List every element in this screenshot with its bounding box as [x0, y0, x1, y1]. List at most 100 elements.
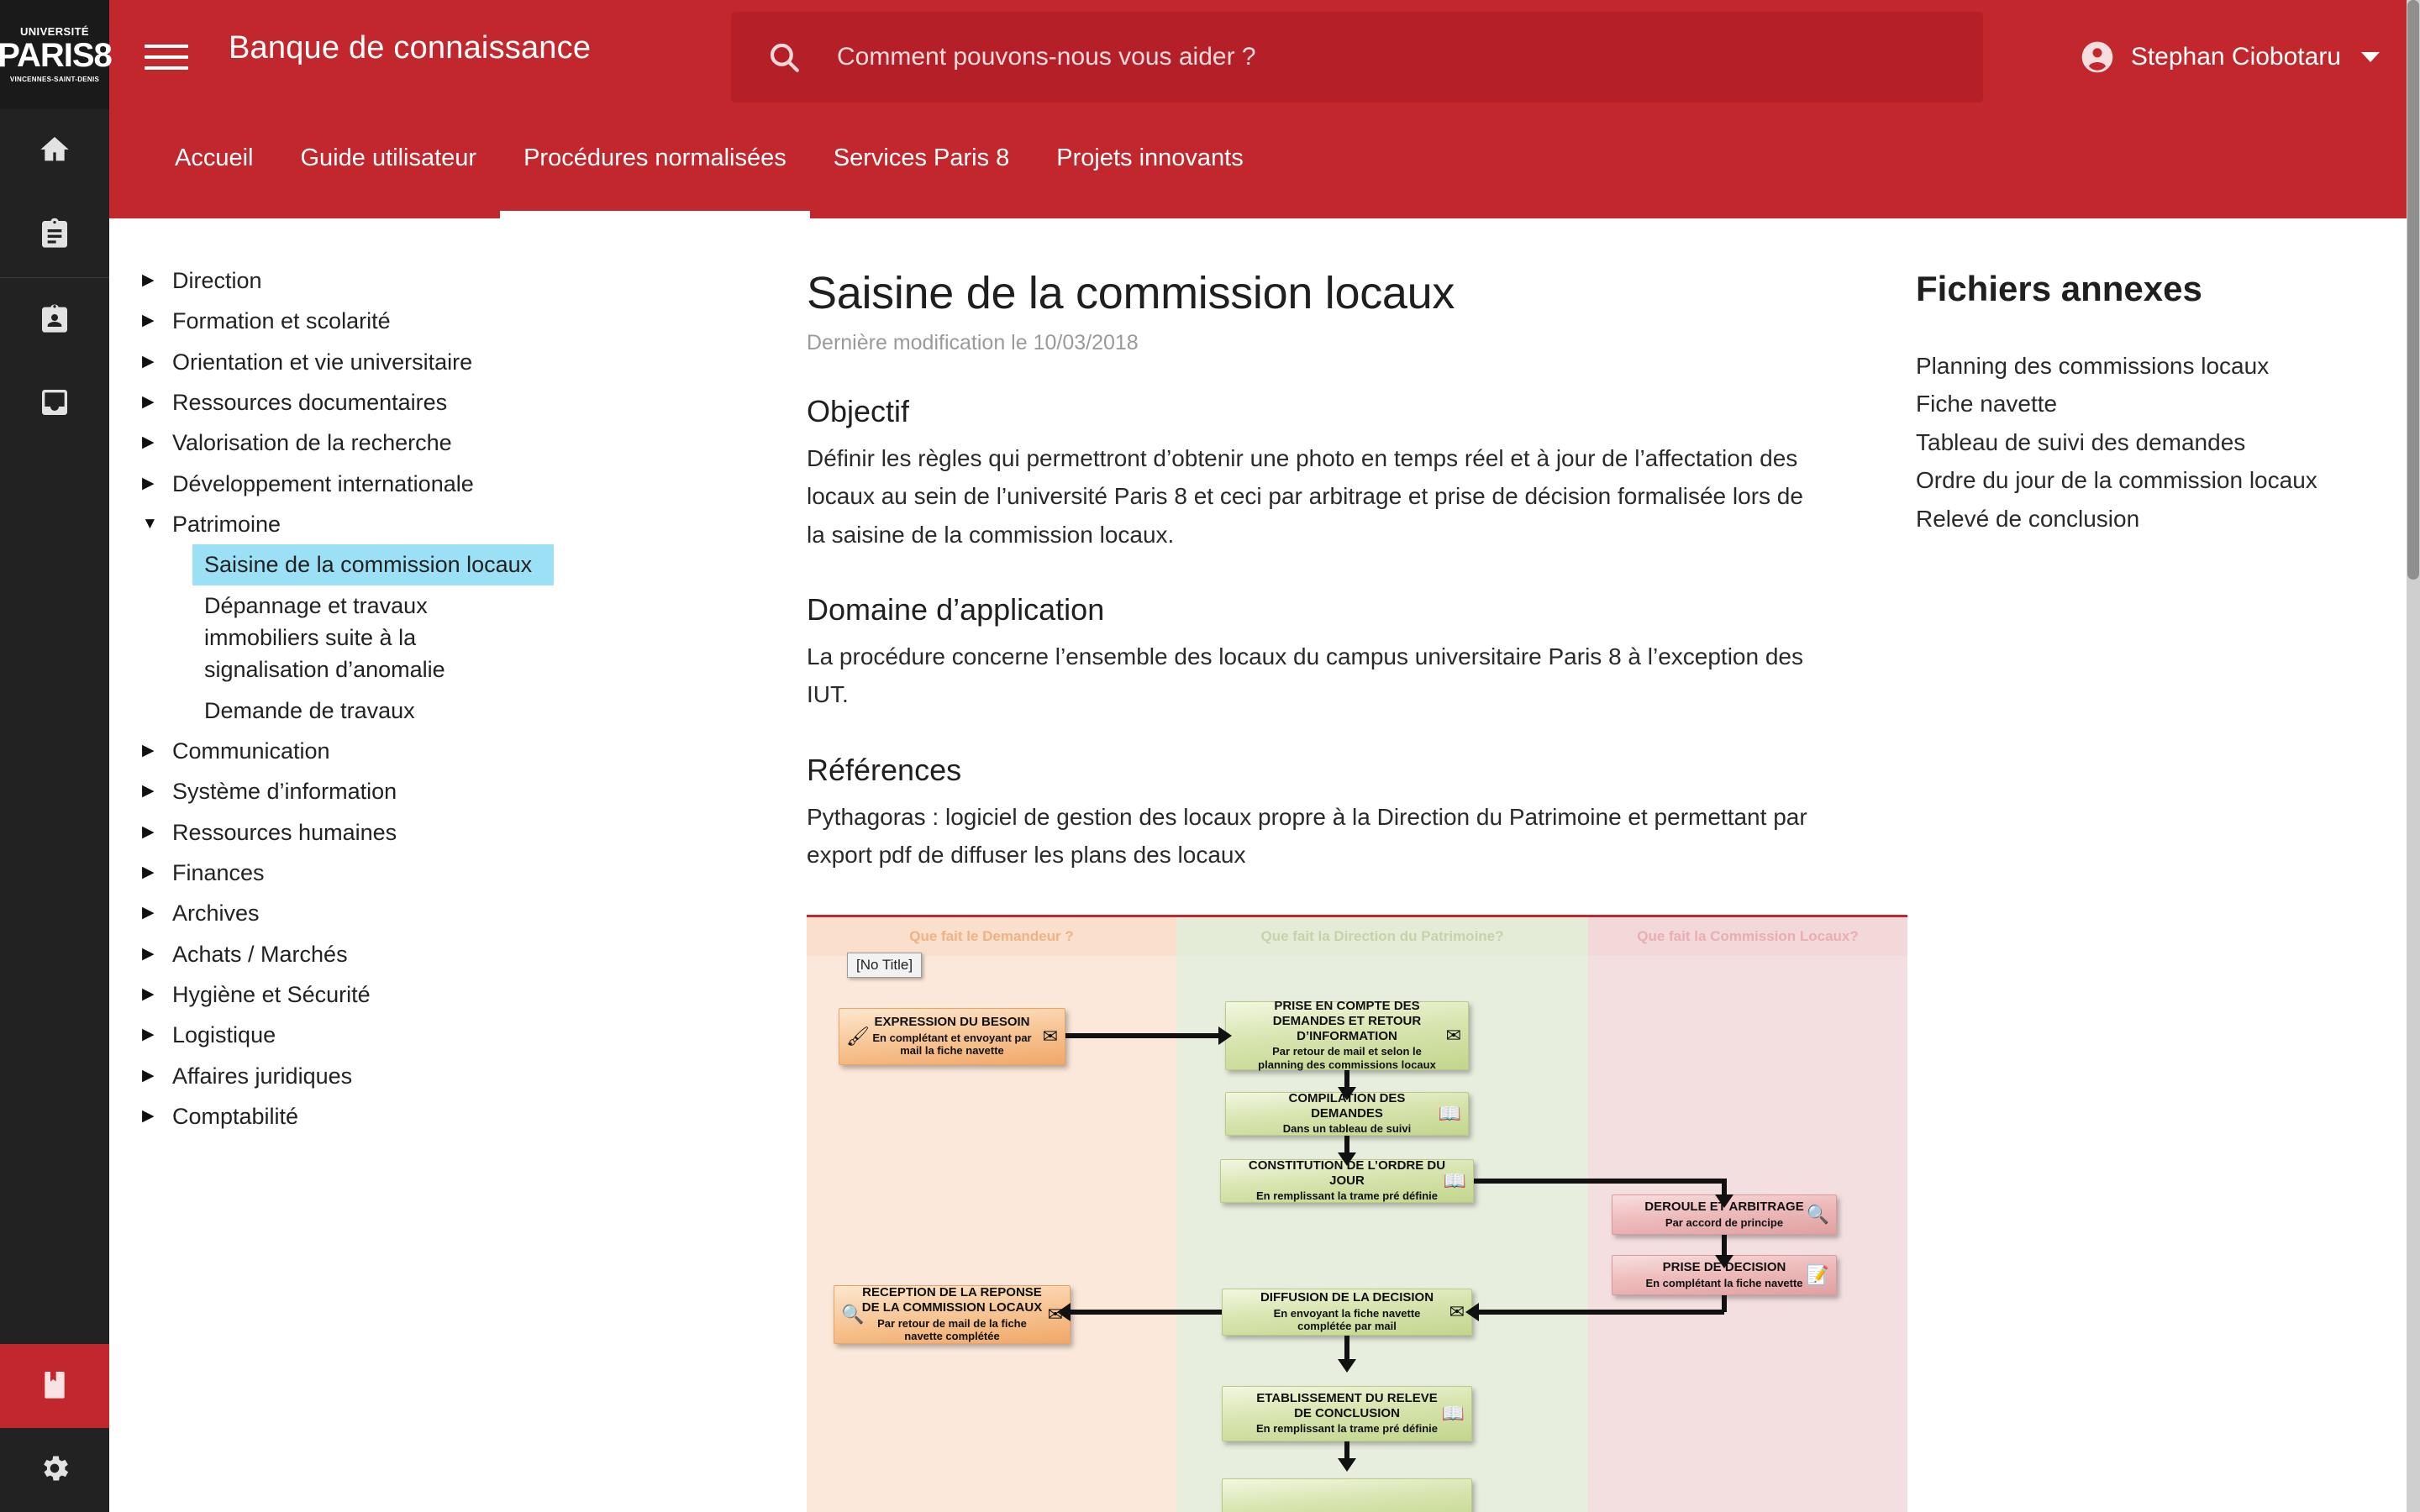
rail-item-settings[interactable] [0, 1428, 109, 1512]
flow-box-subtitle: En envoyant la fiche navette complétée p… [1273, 1306, 1421, 1333]
logo-paris8-line: PARIS8 [0, 37, 113, 74]
arrow-compilation-to-ordre-head [1338, 1152, 1356, 1166]
article: Saisine de la commission locaux Dernière… [697, 218, 1907, 1512]
flow-box-b8: DIFFUSION DE LA DECISION En envoyant la f… [1222, 1288, 1472, 1336]
search-bar[interactable] [731, 12, 1983, 102]
page-scrollbar[interactable] [2407, 0, 2420, 1512]
arrow-decision-to-diffusion [1479, 1309, 1724, 1315]
chevron-right-icon[interactable]: ▶ [142, 346, 164, 377]
section-body-1: La procédure concerne l’ensemble des loc… [807, 643, 1803, 708]
arrow-prise-to-compilation [1344, 1069, 1349, 1087]
rail-item-home[interactable] [0, 109, 109, 193]
section-body-2: Pythagoras : logiciel de gestion des loc… [807, 803, 1807, 869]
tree-node-13[interactable]: ▶ Hygiène et Sécurité [130, 974, 697, 1015]
tree-node-6[interactable]: ▼ Patrimoine [130, 504, 697, 544]
tree-node-label: Hygiène et Sécurité [172, 981, 371, 1007]
flow-box-subtitle: En complétant la fiche navette [1645, 1276, 1803, 1289]
tree-child-6-1[interactable]: Dépannage et travaux immobiliers suite à… [192, 585, 554, 690]
chevron-right-icon[interactable]: ▶ [142, 1100, 164, 1131]
chevron-right-icon[interactable]: ▶ [142, 897, 164, 928]
tree-node-4[interactable]: ▶ Valorisation de la recherche [130, 423, 697, 463]
book-icon: 📖 [1441, 1402, 1465, 1424]
chevron-right-icon[interactable]: ▶ [142, 1060, 164, 1091]
nav-tab-4[interactable]: Projets innovants [1033, 114, 1266, 218]
top-bar: Banque de connaissance Stephan Ciobotaru [109, 0, 2420, 114]
annex-file-3[interactable]: Ordre du jour de la commission locaux [1916, 462, 2386, 498]
scrollbar-thumb[interactable] [2407, 0, 2419, 580]
tree-node-label: Ressources humaines [172, 819, 397, 845]
chevron-right-icon[interactable]: ▶ [142, 265, 164, 296]
tree-node-11[interactable]: ▶ Archives [130, 893, 697, 933]
tree-node-16[interactable]: ▶ Comptabilité [130, 1096, 697, 1137]
tree-node-8[interactable]: ▶ Système d’information [130, 771, 697, 811]
logo-university-line: UNIVERSITÉ [19, 25, 89, 38]
chevron-right-icon[interactable]: ▶ [142, 427, 164, 458]
tree-child-6-0[interactable]: Saisine de la commission locaux [192, 544, 554, 585]
arrow-releve-to-next-head [1338, 1457, 1356, 1472]
hamburger-icon[interactable] [145, 35, 188, 79]
tree-node-14[interactable]: ▶ Logistique [130, 1015, 697, 1055]
tree-node-2[interactable]: ▶ Orientation et vie universitaire [130, 342, 697, 382]
tree-child-6-2[interactable]: Demande de travaux [192, 690, 554, 731]
tree-node-7[interactable]: ▶ Communication [130, 731, 697, 771]
tree-node-label: Comptabilité [172, 1103, 299, 1129]
section-heading-0: Objectif [807, 394, 910, 428]
tree-node-label: Direction [172, 268, 262, 293]
nav-tab-2[interactable]: Procédures normalisées [500, 114, 810, 218]
chevron-right-icon[interactable]: ▶ [142, 857, 164, 888]
annex-file-1[interactable]: Fiche navette [1916, 386, 2386, 422]
arrow-prise-to-compilation-head [1338, 1086, 1356, 1100]
nav-tab-1[interactable]: Guide utilisateur [277, 114, 501, 218]
tree-node-label: Système d’information [172, 779, 397, 805]
tree-node-3[interactable]: ▶ Ressources documentaires [130, 382, 697, 423]
user-menu[interactable]: Stephan Ciobotaru [2079, 29, 2380, 86]
chevron-right-icon[interactable]: ▶ [142, 735, 164, 766]
envelope-icon: ✉ [1449, 1300, 1465, 1322]
inbox-icon [38, 386, 71, 423]
arrow-ordre-to-deroule-head [1715, 1194, 1733, 1208]
chevron-down-icon[interactable]: ▼ [142, 508, 164, 539]
rail-item-contacts[interactable] [0, 278, 109, 362]
chevron-right-icon[interactable]: ▶ [142, 305, 164, 336]
chevron-right-icon[interactable]: ▶ [142, 816, 164, 848]
section-heading-1: Domaine d’application [807, 592, 1105, 627]
annex-file-4[interactable]: Relevé de conclusion [1916, 501, 2386, 537]
tree-node-label: Achats / Marchés [172, 941, 348, 967]
search-input[interactable] [837, 43, 1983, 71]
tree-node-label: Archives [172, 900, 260, 927]
annex-file-list: Planning des commissions locaux Fiche nav… [1916, 348, 2386, 537]
chevron-right-icon[interactable]: ▶ [142, 468, 164, 499]
arrow-diffusion-to-releve-head [1338, 1358, 1356, 1373]
tree-node-9[interactable]: ▶ Ressources humaines [130, 812, 697, 853]
chevron-right-icon[interactable]: ▶ [142, 386, 164, 417]
chevron-right-icon[interactable]: ▶ [142, 775, 164, 806]
tree-node-0[interactable]: ▶ Direction [130, 260, 697, 301]
flowchart-diagram: Que fait le Demandeur ? Que fait la Dire… [807, 914, 1907, 1512]
rail-item-assignments[interactable] [0, 193, 109, 277]
tree-node-5[interactable]: ▶ Développement internationale [130, 464, 697, 504]
bookmark-icon [38, 1368, 71, 1405]
hamburger-line-2 [145, 55, 188, 59]
tree-node-12[interactable]: ▶ Achats / Marchés [130, 934, 697, 974]
annex-file-0[interactable]: Planning des commissions locaux [1916, 348, 2386, 384]
rail-item-inbox[interactable] [0, 362, 109, 446]
arrow-besoin-to-prise [1065, 1032, 1218, 1038]
flow-box-b2: PRISE EN COMPTE DES DEMANDES ET RETOUR D… [1225, 999, 1469, 1072]
nav-tab-3[interactable]: Services Paris 8 [810, 114, 1034, 218]
chevron-right-icon[interactable]: ▶ [142, 1019, 164, 1050]
rail-item-knowledge-base[interactable] [0, 1344, 109, 1428]
flow-box-subtitle: Par retour de mail et selon le planning … [1258, 1045, 1436, 1072]
chevron-right-icon[interactable]: ▶ [142, 938, 164, 969]
tree-node-label: Valorisation de la recherche [172, 430, 452, 456]
tree-node-15[interactable]: ▶ Affaires juridiques [130, 1056, 697, 1096]
chevron-down-icon[interactable] [2361, 52, 2380, 62]
arrow-besoin-to-prise-head [1218, 1026, 1232, 1045]
arrow-diffusion-to-reception-head [1057, 1302, 1071, 1321]
tree-node-1[interactable]: ▶ Formation et scolarité [130, 301, 697, 341]
icon-rail: UNIVERSITÉ PARIS8 VINCENNES-SAINT-DENIS [0, 0, 113, 1512]
nav-tab-0[interactable]: Accueil [151, 114, 277, 218]
tree-node-10[interactable]: ▶ Finances [130, 853, 697, 893]
section-body-0: Définir les règles qui permettront d’obt… [807, 445, 1803, 548]
chevron-right-icon[interactable]: ▶ [142, 979, 164, 1010]
annex-file-2[interactable]: Tableau de suivi des demandes [1916, 424, 2386, 460]
